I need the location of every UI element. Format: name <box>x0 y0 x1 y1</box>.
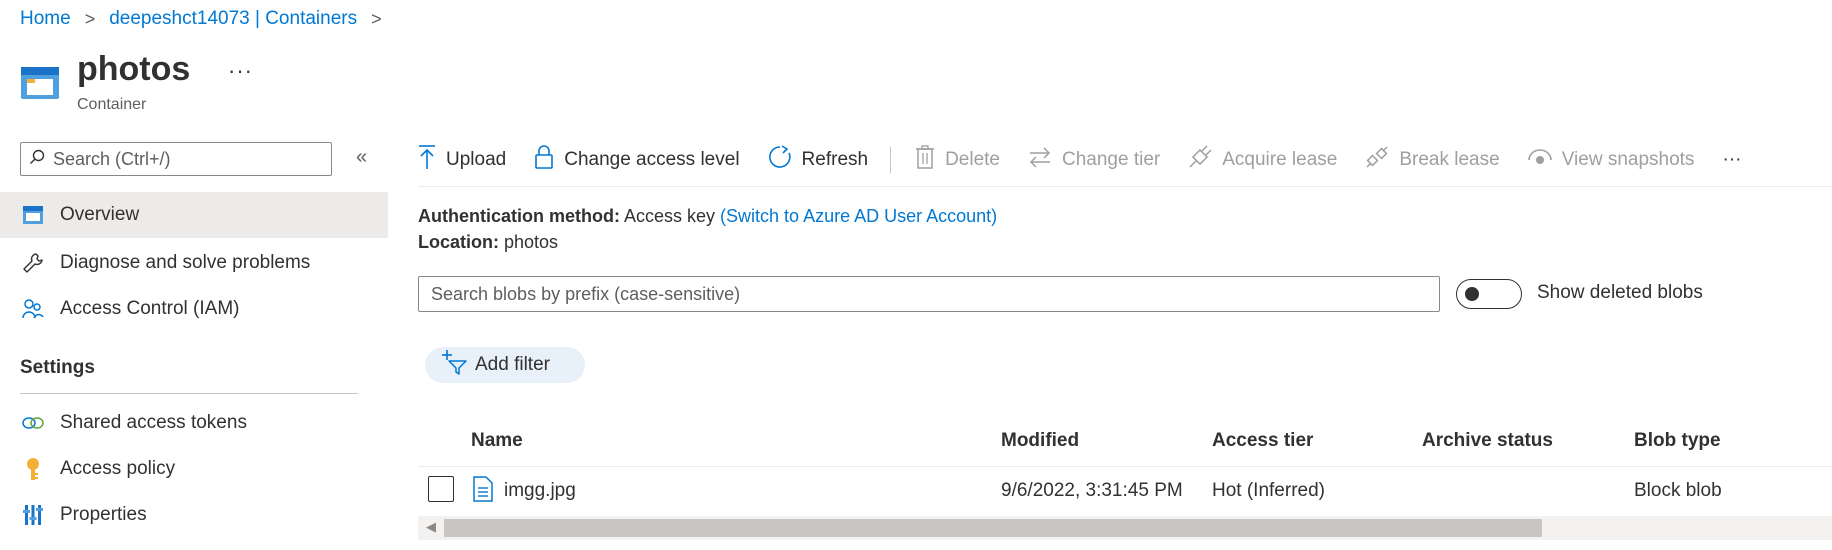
upload-label: Upload <box>446 149 507 170</box>
wrench-icon <box>20 250 46 276</box>
location: Location: photos <box>418 232 558 253</box>
show-deleted-blobs-toggle[interactable] <box>1456 279 1522 309</box>
acquire-lease-label: Acquire lease <box>1222 149 1338 170</box>
change-tier-label: Change tier <box>1062 149 1161 170</box>
refresh-button[interactable]: Refresh <box>768 145 869 175</box>
lock-icon <box>534 145 554 175</box>
swap-arrows-icon <box>1028 146 1052 174</box>
location-label: Location: <box>418 232 499 252</box>
delete-label: Delete <box>945 149 1000 170</box>
sidebar-item-label: Access Control (IAM) <box>60 298 240 319</box>
column-header-name[interactable]: Name <box>471 430 523 452</box>
sidebar-search-input[interactable]: Search (Ctrl+/) <box>20 142 332 176</box>
divider <box>418 186 1832 187</box>
collapse-sidebar-button[interactable]: « <box>356 146 367 169</box>
toggle-knob <box>1465 287 1479 301</box>
more-commands-button[interactable]: ··· <box>1722 149 1741 171</box>
trash-icon <box>915 145 935 175</box>
acquire-lease-button[interactable]: Acquire lease <box>1188 145 1337 175</box>
delete-button[interactable]: Delete <box>915 145 1000 175</box>
column-header-modified[interactable]: Modified <box>1001 430 1079 452</box>
container-icon <box>20 65 60 101</box>
command-bar: Upload Change access level Refresh Delet… <box>418 140 1769 180</box>
sidebar-item-label: Overview <box>60 204 140 225</box>
chevron-right-icon: > <box>84 8 96 29</box>
refresh-label: Refresh <box>801 149 869 170</box>
column-header-access-tier[interactable]: Access tier <box>1212 430 1313 452</box>
show-deleted-blobs-label: Show deleted blobs <box>1537 282 1703 303</box>
sidebar-item-overview[interactable]: Overview <box>0 192 388 238</box>
break-lease-label: Break lease <box>1399 149 1500 170</box>
horizontal-scrollbar[interactable]: ◀ <box>418 516 1832 540</box>
breadcrumb: Home > deepeshct14073 | Containers > <box>20 8 382 30</box>
blob-search-input[interactable]: Search blobs by prefix (case-sensitive) <box>418 276 1440 312</box>
blob-access-tier: Hot (Inferred) <box>1212 480 1325 501</box>
switch-auth-link[interactable]: (Switch to Azure AD User Account) <box>720 206 997 226</box>
upload-button[interactable]: Upload <box>418 144 506 176</box>
divider <box>20 393 358 394</box>
link-icon <box>20 410 46 436</box>
blob-name-link[interactable]: imgg.jpg <box>504 480 576 502</box>
blob-type: Block blob <box>1634 480 1722 501</box>
sidebar-item-label: Diagnose and solve problems <box>60 252 311 273</box>
sidebar-item-label: Shared access tokens <box>60 412 247 433</box>
authentication-method: Authentication method: Access key (Switc… <box>418 206 997 227</box>
column-header-blob-type[interactable]: Blob type <box>1634 430 1721 452</box>
more-options-button[interactable]: ··· <box>228 58 253 84</box>
sidebar-item-label: Access policy <box>60 458 176 479</box>
container-icon <box>20 202 46 228</box>
plug-icon <box>1188 145 1212 175</box>
broken-plug-icon <box>1365 145 1389 175</box>
sidebar-item-iam[interactable]: Access Control (IAM) <box>0 286 388 332</box>
eye-icon <box>1527 148 1552 172</box>
sidebar-item-properties[interactable]: Properties <box>0 492 388 538</box>
scrollbar-thumb[interactable] <box>444 519 1542 537</box>
row-checkbox[interactable] <box>428 476 454 502</box>
sidebar-item-shared-access-tokens[interactable]: Shared access tokens <box>0 400 388 446</box>
properties-icon <box>20 502 46 528</box>
breadcrumb-parent-link[interactable]: deepeshct14073 | Containers <box>109 8 357 30</box>
key-icon <box>20 456 46 482</box>
search-icon <box>29 149 45 170</box>
column-header-archive-status[interactable]: Archive status <box>1422 430 1553 452</box>
toolbar-divider <box>890 147 892 173</box>
refresh-icon <box>768 145 792 175</box>
chevron-right-icon: > <box>371 8 382 29</box>
location-value: photos <box>504 232 559 252</box>
change-access-level-button[interactable]: Change access level <box>534 145 740 175</box>
sidebar-item-label: Properties <box>60 504 147 525</box>
change-access-level-label: Change access level <box>564 149 740 170</box>
sidebar-item-diagnose[interactable]: Diagnose and solve problems <box>0 240 388 286</box>
people-icon <box>20 296 46 322</box>
break-lease-button[interactable]: Break lease <box>1365 145 1500 175</box>
sidebar-search-placeholder: Search (Ctrl+/) <box>53 148 171 169</box>
blob-search-placeholder: Search blobs by prefix (case-sensitive) <box>431 283 741 304</box>
file-icon <box>472 476 494 508</box>
sidebar-item-access-policy[interactable]: Access policy <box>0 446 388 492</box>
view-snapshots-button[interactable]: View snapshots <box>1527 148 1695 172</box>
breadcrumb-home-link[interactable]: Home <box>20 8 71 30</box>
auth-value: Access key <box>624 206 716 226</box>
page-subtitle: Container <box>77 96 147 113</box>
page-title: photos <box>77 50 191 88</box>
change-tier-button[interactable]: Change tier <box>1028 146 1160 174</box>
settings-heading: Settings <box>20 357 95 378</box>
add-filter-button[interactable]: Add filter <box>425 347 585 383</box>
auth-label: Authentication method: <box>418 206 620 226</box>
view-snapshots-label: View snapshots <box>1561 149 1695 170</box>
add-filter-label: Add filter <box>475 354 550 375</box>
add-filter-icon <box>441 349 467 381</box>
divider <box>418 466 1832 467</box>
blob-modified: 9/6/2022, 3:31:45 PM <box>1001 480 1183 501</box>
scroll-left-icon[interactable]: ◀ <box>426 519 436 535</box>
upload-icon <box>418 144 436 176</box>
